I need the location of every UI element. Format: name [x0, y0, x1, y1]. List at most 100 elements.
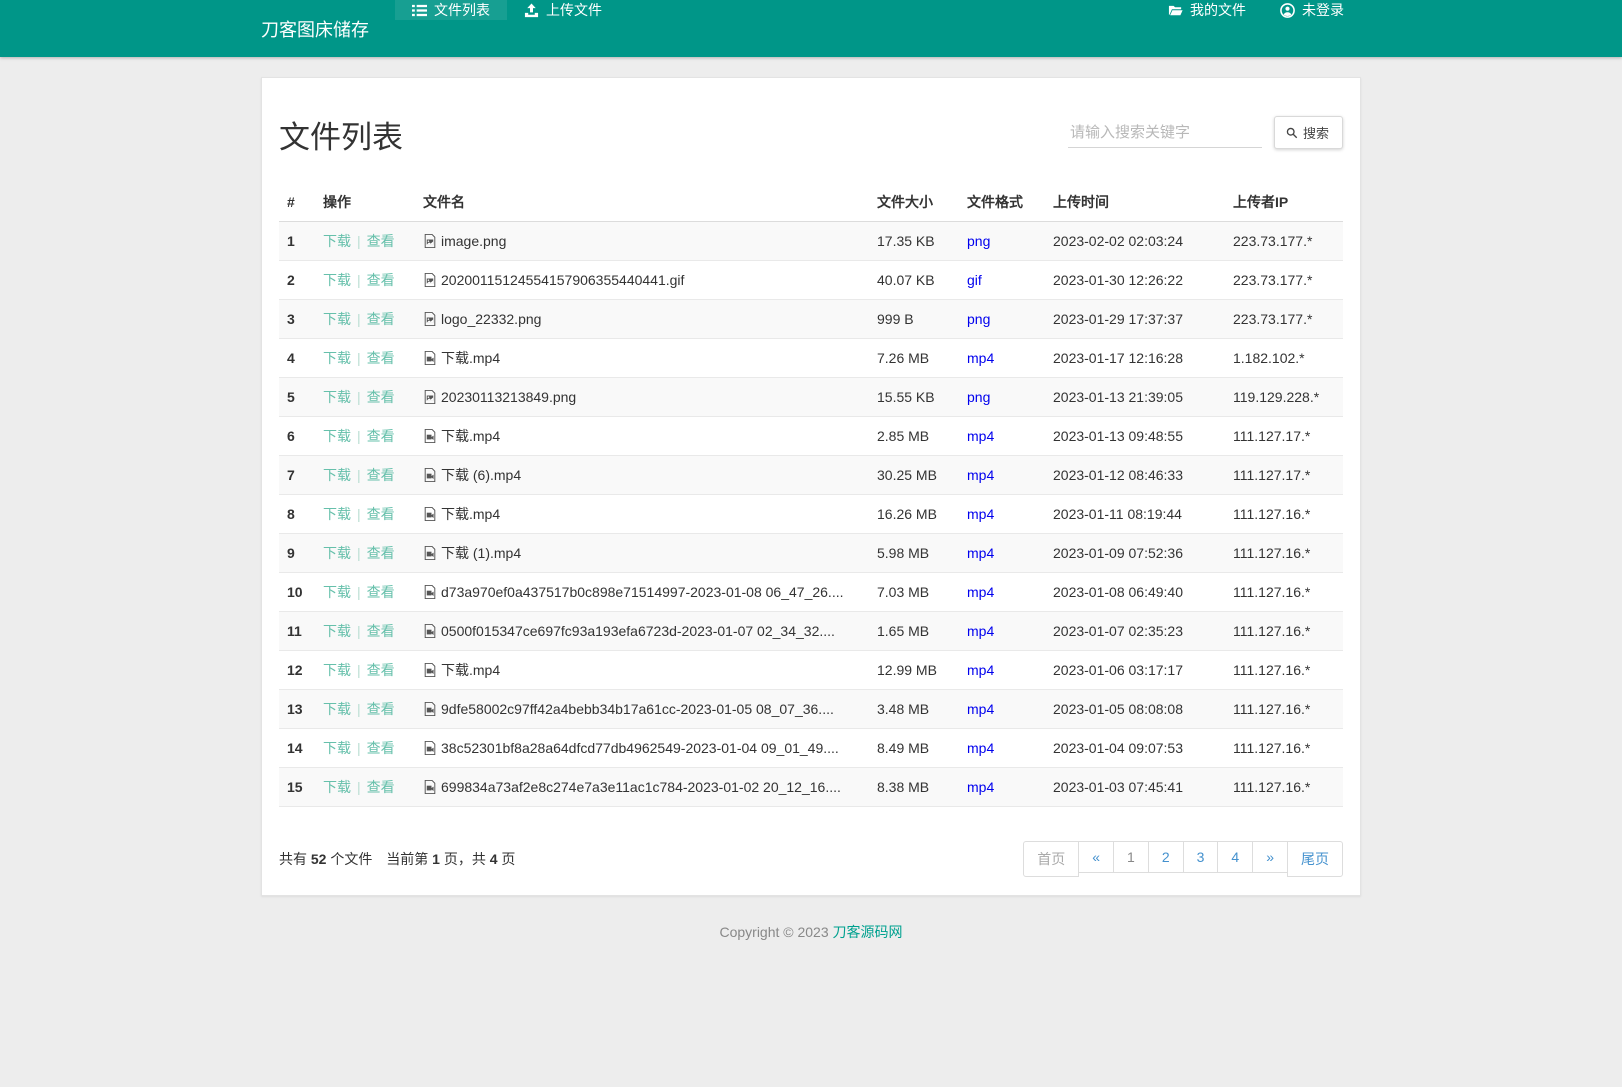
folder-open-icon	[1168, 3, 1183, 18]
table-row: 10 下载 | 查看 d73a970ef0a437517b0c898e7151499…	[279, 572, 1343, 612]
upload-time: 2023-01-07 02:35:23	[1045, 611, 1225, 651]
download-link[interactable]: 下载	[323, 233, 351, 249]
table-row: 3 下载 | 查看 logo_22332.png 999 B png 2023-01…	[279, 299, 1343, 339]
download-link[interactable]: 下载	[323, 272, 351, 288]
uploader-ip: 223.73.177.*	[1225, 299, 1343, 339]
uploader-ip: 223.73.177.*	[1225, 221, 1343, 261]
action-separator: |	[357, 506, 361, 522]
file-format-link[interactable]: mp4	[967, 545, 994, 561]
file-format-link[interactable]: png	[967, 233, 990, 249]
upload-time: 2023-01-13 21:39:05	[1045, 377, 1225, 417]
file-size: 15.55 KB	[869, 377, 959, 417]
file-format-link[interactable]: mp4	[967, 779, 994, 795]
table-row: 1 下载 | 查看 image.png 17.35 KB png 2023-02-0…	[279, 221, 1343, 261]
search-button[interactable]: 搜索	[1273, 116, 1343, 149]
site-footer: Copyright © 2023 刀客源码网	[0, 922, 1622, 942]
file-format-link[interactable]: mp4	[967, 506, 994, 522]
download-link[interactable]: 下载	[323, 428, 351, 444]
view-link[interactable]: 查看	[367, 545, 395, 561]
page-link-2[interactable]: 2	[1147, 841, 1184, 873]
view-link[interactable]: 查看	[367, 506, 395, 522]
download-link[interactable]: 下载	[323, 545, 351, 561]
search-input[interactable]	[1067, 117, 1262, 148]
file-format-link[interactable]: png	[967, 389, 990, 405]
file-format-link[interactable]: png	[967, 311, 990, 327]
page-link-尾页[interactable]: 尾页	[1287, 841, 1343, 877]
download-link[interactable]: 下载	[323, 389, 351, 405]
file-format-link[interactable]: mp4	[967, 740, 994, 756]
upload-time: 2023-01-13 09:48:55	[1045, 416, 1225, 456]
view-link[interactable]: 查看	[367, 467, 395, 483]
col-header-filename: 文件名	[415, 183, 869, 222]
download-link[interactable]: 下载	[323, 740, 351, 756]
uploader-ip: 111.127.16.*	[1225, 533, 1343, 573]
view-link[interactable]: 查看	[367, 584, 395, 600]
nav-item-file-list[interactable]: 文件列表	[395, 0, 507, 20]
view-link[interactable]: 查看	[367, 428, 395, 444]
page-link-3[interactable]: 3	[1182, 841, 1219, 873]
file-format-link[interactable]: gif	[967, 272, 982, 288]
file-format-link[interactable]: mp4	[967, 467, 994, 483]
view-link[interactable]: 查看	[367, 779, 395, 795]
page-link-»[interactable]: »	[1252, 841, 1288, 873]
download-link[interactable]: 下载	[323, 779, 351, 795]
view-link[interactable]: 查看	[367, 272, 395, 288]
download-link[interactable]: 下载	[323, 467, 351, 483]
file-size: 40.07 KB	[869, 260, 959, 300]
brand-title[interactable]: 刀客图床储存	[261, 0, 395, 57]
view-link[interactable]: 查看	[367, 350, 395, 366]
page-link-4[interactable]: 4	[1217, 841, 1254, 873]
file-name: 下载 (1).mp4	[441, 545, 522, 561]
download-link[interactable]: 下载	[323, 701, 351, 717]
file-format-link[interactable]: mp4	[967, 623, 994, 639]
view-link[interactable]: 查看	[367, 311, 395, 327]
view-link[interactable]: 查看	[367, 233, 395, 249]
table-row: 15 下载 | 查看 699834a73af2e8c274e7a3e11ac1c78…	[279, 767, 1343, 807]
pagination-item: 4	[1217, 841, 1254, 877]
view-link[interactable]: 查看	[367, 662, 395, 678]
user-nav: 我的文件 未登录	[1151, 0, 1361, 57]
table-row: 4 下载 | 查看 下载.mp4 7.26 MB mp4 2023-01-17 12…	[279, 338, 1343, 378]
file-format-link[interactable]: mp4	[967, 662, 994, 678]
action-separator: |	[357, 389, 361, 405]
download-link[interactable]: 下载	[323, 662, 351, 678]
search-button-label: 搜索	[1302, 126, 1329, 141]
pagination-item: 1	[1113, 841, 1149, 877]
nav-item-label: 文件列表	[434, 2, 490, 18]
file-format-link[interactable]: mp4	[967, 701, 994, 717]
upload-time: 2023-01-08 06:49:40	[1045, 572, 1225, 612]
video-file-icon	[423, 350, 437, 366]
nav-item-upload[interactable]: 上传文件	[507, 0, 619, 20]
file-count: 52	[310, 851, 327, 867]
uploader-ip: 111.127.16.*	[1225, 494, 1343, 534]
image-file-icon	[423, 311, 437, 327]
file-name: 0500f015347ce697fc93a193efa6723d-2023-01…	[441, 623, 835, 639]
nav-item-label: 上传文件	[546, 2, 602, 18]
view-link[interactable]: 查看	[367, 389, 395, 405]
upload-time: 2023-01-06 03:17:17	[1045, 650, 1225, 690]
view-link[interactable]: 查看	[367, 701, 395, 717]
footer-site-link[interactable]: 刀客源码网	[833, 924, 903, 940]
pagination-item: »	[1252, 841, 1288, 877]
download-link[interactable]: 下载	[323, 506, 351, 522]
download-link[interactable]: 下载	[323, 584, 351, 600]
download-link[interactable]: 下载	[323, 311, 351, 327]
file-size: 8.49 MB	[869, 728, 959, 768]
view-link[interactable]: 查看	[367, 740, 395, 756]
row-index: 14	[279, 728, 315, 768]
file-format-link[interactable]: mp4	[967, 350, 994, 366]
download-link[interactable]: 下载	[323, 623, 351, 639]
view-link[interactable]: 查看	[367, 623, 395, 639]
nav-item-label: 我的文件	[1190, 2, 1246, 18]
table-row: 2 下载 | 查看 20200115124554157906355440441.gi…	[279, 260, 1343, 300]
file-format-link[interactable]: mp4	[967, 584, 994, 600]
nav-item-my-files[interactable]: 我的文件	[1151, 0, 1263, 20]
file-format-link[interactable]: mp4	[967, 428, 994, 444]
page-link-1: 1	[1113, 841, 1149, 873]
col-header-ip: 上传者IP	[1225, 183, 1343, 222]
page-link-«[interactable]: «	[1078, 841, 1115, 873]
nav-item-login-status[interactable]: 未登录	[1263, 0, 1361, 20]
download-link[interactable]: 下载	[323, 350, 351, 366]
uploader-ip: 111.127.17.*	[1225, 455, 1343, 495]
video-file-icon	[423, 779, 437, 795]
